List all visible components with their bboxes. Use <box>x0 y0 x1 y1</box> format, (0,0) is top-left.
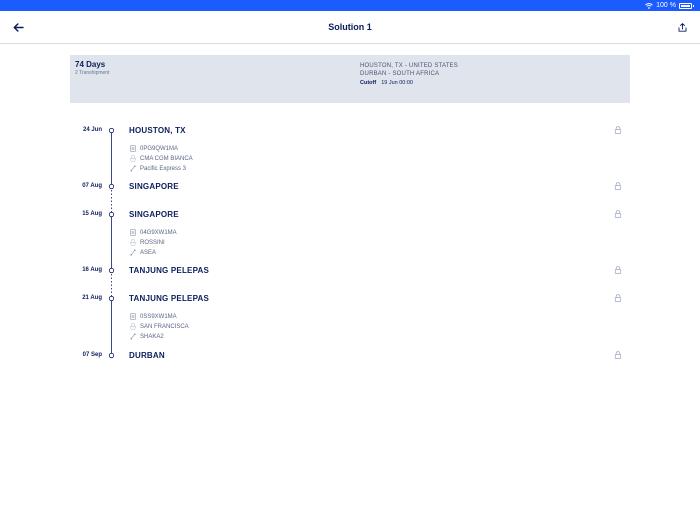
stop-port: SINGAPORE <box>129 182 179 191</box>
document-icon <box>130 229 136 236</box>
route-icon <box>130 165 136 172</box>
stop-port: TANJUNG PELEPAS <box>129 266 210 275</box>
route-icon <box>130 249 136 256</box>
stop-date: 21 Aug <box>82 295 102 301</box>
stop-node <box>108 295 115 302</box>
stop-port: HOUSTON, TX <box>129 126 186 135</box>
voyage-number: 0PG9QW1MA <box>140 145 179 152</box>
ship-icon <box>130 239 136 246</box>
lock-icon[interactable] <box>614 126 622 134</box>
stop-port: SINGAPORE <box>129 210 179 219</box>
service-name: SHAKA2 <box>140 333 164 340</box>
leg-vessel: ROSSINI <box>130 239 165 246</box>
leg-service: ASEA <box>130 249 156 256</box>
leg-voyage: 0PG9QW1MA <box>130 145 178 152</box>
stop-date: 16 Aug <box>82 267 102 273</box>
leg-vessel: CMA CGM BIANCA <box>130 155 193 162</box>
lock-icon[interactable] <box>614 266 622 274</box>
route-icon <box>130 333 136 340</box>
lock-icon[interactable] <box>614 210 622 218</box>
vessel-name: SAN FRANCISCA <box>140 323 189 330</box>
ship-icon <box>130 155 136 162</box>
lock-icon[interactable] <box>614 351 622 359</box>
stop-port: TANJUNG PELEPAS <box>129 294 210 303</box>
stop-date: 07 Aug <box>82 183 102 189</box>
stop-node <box>108 127 115 134</box>
service-name: Pacific Express 3 <box>140 165 187 172</box>
vessel-name: ROSSINI <box>140 239 165 246</box>
stop-date: 07 Sep <box>82 352 102 358</box>
voyage-number: 04G9XW1MA <box>140 229 177 236</box>
leg-voyage: 04G9XW1MA <box>130 229 177 236</box>
voyage-number: 0SS9XW1MA <box>140 313 177 320</box>
lock-icon[interactable] <box>614 294 622 302</box>
stop-node <box>108 352 115 359</box>
timeline-graphic <box>108 127 115 359</box>
stop-node <box>108 211 115 218</box>
stop-node <box>108 183 115 190</box>
document-icon <box>130 145 136 152</box>
leg-service: Pacific Express 3 <box>130 165 186 172</box>
leg-voyage: 0SS9XW1MA <box>130 313 177 320</box>
stop-date: 24 Jun <box>82 127 102 133</box>
service-name: ASEA <box>140 249 157 256</box>
document-icon <box>130 313 136 320</box>
leg-vessel: SAN FRANCISCA <box>130 323 189 330</box>
stop-date: 15 Aug <box>82 211 102 217</box>
ship-icon <box>130 323 136 330</box>
vessel-name: CMA CGM BIANCA <box>140 155 193 162</box>
leg-service: SHAKA2 <box>130 333 164 340</box>
lock-icon[interactable] <box>614 182 622 190</box>
stop-port: DURBAN <box>129 351 165 360</box>
stop-node <box>108 267 115 274</box>
route-timeline: 24 Jun HOUSTON, TX 0PG9QW1MA CMA CGM BIA… <box>0 0 700 525</box>
